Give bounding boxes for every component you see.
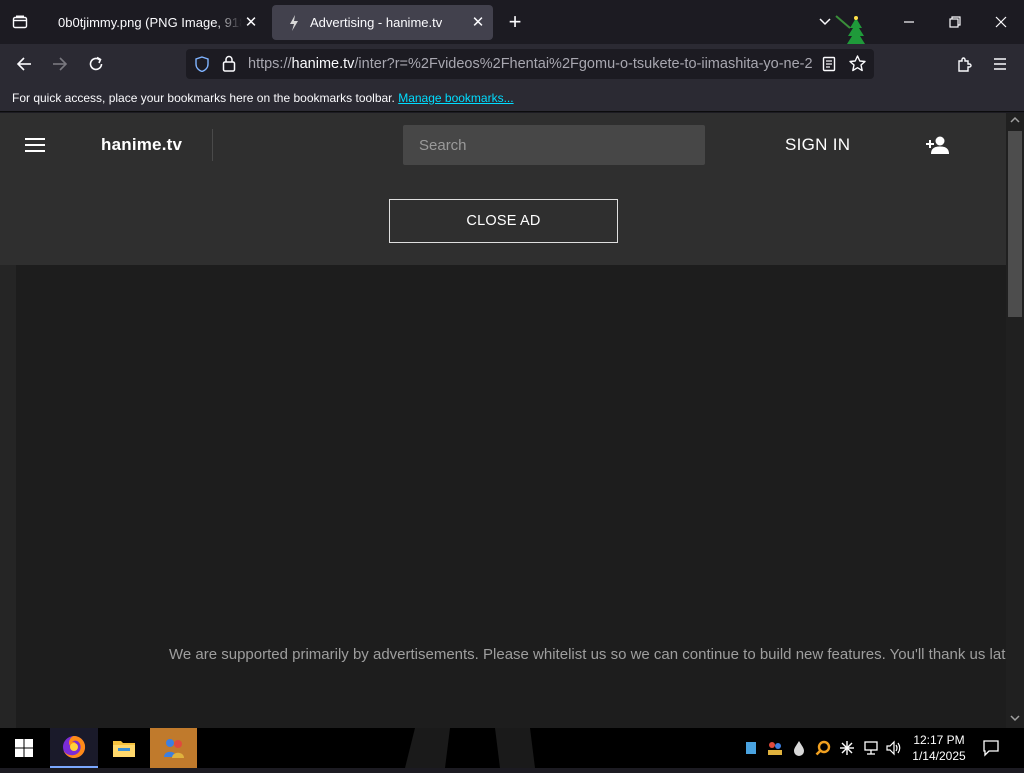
scroll-down-icon[interactable] <box>1010 714 1020 724</box>
lock-icon[interactable] <box>222 55 236 77</box>
taskbar-wallpaper-shape <box>405 728 535 768</box>
taskbar-app-active[interactable] <box>150 728 197 768</box>
navigation-toolbar: https://hanime.tv/inter?r=%2Fvideos%2Fhe… <box>0 44 1024 84</box>
search-input[interactable] <box>403 125 705 165</box>
clock-time: 12:17 PM <box>913 733 965 747</box>
clock-date: 1/14/2025 <box>912 749 966 763</box>
forward-button[interactable] <box>46 50 74 78</box>
new-tab-button[interactable]: + <box>503 9 527 34</box>
scrollbar-thumb[interactable] <box>1008 131 1022 317</box>
puzzle-icon <box>957 56 972 72</box>
tray-drop-icon[interactable] <box>790 739 808 757</box>
hamburger-menu-icon <box>994 58 1006 70</box>
list-all-tabs-button[interactable] <box>6 8 34 36</box>
bookmarks-hint-text: For quick access, place your bookmarks h… <box>12 91 395 105</box>
minimize-button[interactable] <box>886 0 932 44</box>
hanime-favicon-icon <box>286 14 302 31</box>
close-ad-button[interactable]: CLOSE AD <box>389 199 618 243</box>
tab-strip: 0b0tjimmy.png (PNG Image, 918 × 1 ✕ Adve… <box>0 0 1024 47</box>
tab-title: 0b0tjimmy.png (PNG Image, 918 × 1 <box>58 15 242 30</box>
app-menu-button[interactable] <box>986 50 1014 78</box>
address-bar[interactable]: https://hanime.tv/inter?r=%2Fvideos%2Fhe… <box>186 49 874 79</box>
taskbar-file-explorer[interactable] <box>100 728 148 768</box>
reload-icon <box>89 56 103 71</box>
page-viewport: hanime.tv SIGN IN CLOSE AD We are suppor… <box>0 113 1006 728</box>
bookmark-star-icon[interactable] <box>849 55 866 77</box>
page-scrollbar[interactable] <box>1006 113 1024 728</box>
restore-button[interactable] <box>932 0 978 44</box>
shield-icon[interactable] <box>194 56 210 77</box>
tray-people-icon[interactable] <box>766 739 784 757</box>
arrow-right-icon <box>53 57 68 71</box>
add-user-icon[interactable] <box>926 135 950 160</box>
scroll-up-icon[interactable] <box>1010 116 1020 126</box>
sign-in-button[interactable]: SIGN IN <box>785 135 850 155</box>
volume-icon[interactable] <box>885 739 903 757</box>
close-tab-icon[interactable]: ✕ <box>469 13 487 31</box>
chevron-down-icon <box>819 18 831 26</box>
site-menu-icon[interactable] <box>25 138 45 152</box>
tab-list-icon <box>12 15 28 29</box>
taskbar-firefox[interactable] <box>50 728 98 768</box>
bookmarks-toolbar: For quick access, place your bookmarks h… <box>0 84 1024 112</box>
start-button[interactable] <box>0 728 48 768</box>
reader-view-icon[interactable] <box>822 56 836 77</box>
windows-logo-icon <box>15 739 33 757</box>
tray-search-app-icon[interactable] <box>814 739 832 757</box>
close-icon <box>995 16 1007 28</box>
people-app-icon <box>163 739 184 758</box>
restore-icon <box>949 16 961 28</box>
reload-button[interactable] <box>82 50 110 78</box>
url-text[interactable]: https://hanime.tv/inter?r=%2Fvideos%2Fhe… <box>248 56 813 72</box>
close-window-button[interactable] <box>978 0 1024 44</box>
site-logo[interactable]: hanime.tv <box>101 135 182 155</box>
taskbar: 12:17 PM 1/14/2025 <box>0 728 1024 768</box>
tray-tablet-icon[interactable] <box>742 739 760 757</box>
network-icon[interactable] <box>862 739 880 757</box>
back-button[interactable] <box>10 50 38 78</box>
tray-asterisk-icon[interactable] <box>838 739 856 757</box>
folder-icon <box>113 741 135 757</box>
header-divider <box>212 129 213 161</box>
tab-png-image[interactable]: 0b0tjimmy.png (PNG Image, 918 × 1 ✕ <box>44 5 266 40</box>
ad-support-message: We are supported primarily by advertisem… <box>169 646 1006 663</box>
site-header: hanime.tv SIGN IN <box>0 113 1006 177</box>
extensions-button[interactable] <box>950 50 978 78</box>
tab-title: Advertising - hanime.tv <box>310 15 443 30</box>
minimize-icon <box>904 21 914 23</box>
manage-bookmarks-link[interactable]: Manage bookmarks... <box>398 91 513 105</box>
close-tab-icon[interactable]: ✕ <box>242 13 260 31</box>
content-left-edge <box>0 265 16 728</box>
ad-bar: CLOSE AD <box>0 177 1006 265</box>
notification-center-icon[interactable] <box>981 738 1001 758</box>
taskbar-clock[interactable]: 12:17 PM 1/14/2025 <box>904 732 974 764</box>
tab-advertising[interactable]: Advertising - hanime.tv ✕ <box>272 5 493 40</box>
arrow-left-icon <box>16 57 31 71</box>
firefox-icon <box>63 735 86 758</box>
